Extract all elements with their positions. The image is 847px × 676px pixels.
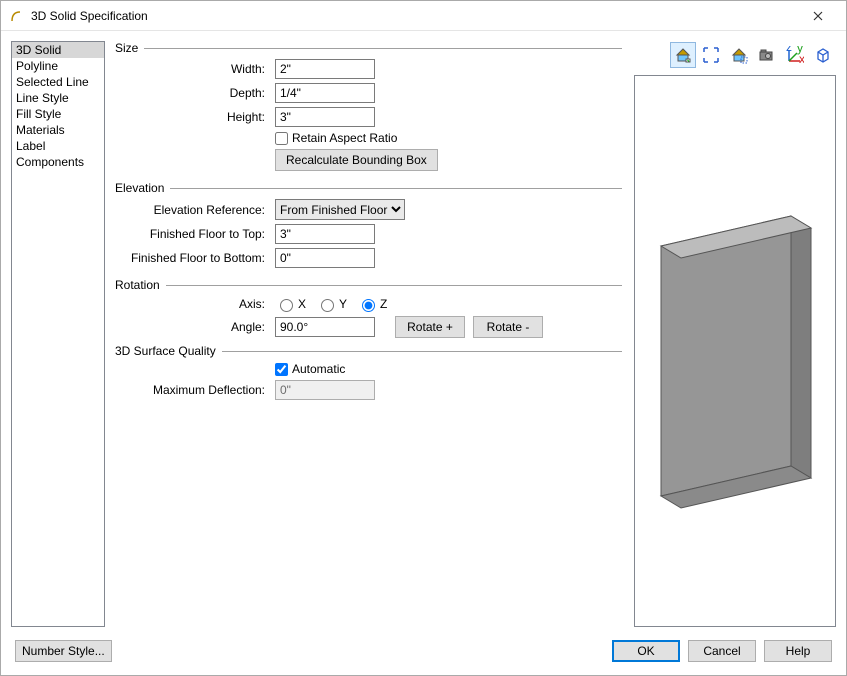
elev-bottom-label: Finished Floor to Bottom: xyxy=(115,251,275,265)
row-auto: Automatic xyxy=(115,362,622,376)
divider xyxy=(222,351,622,352)
axis-radio-group: X Y Z xyxy=(275,296,387,312)
preview-3d[interactable] xyxy=(634,75,836,627)
angle-label: Angle: xyxy=(115,320,275,334)
axis-label: Axis: xyxy=(115,297,275,311)
group-rotation-label: Rotation xyxy=(115,278,160,292)
form-panel: Size Width: Depth: Height: xyxy=(115,41,626,627)
ok-button[interactable]: OK xyxy=(612,640,680,662)
nav-item-components[interactable]: Components xyxy=(12,154,104,170)
row-elev-ref: Elevation Reference: From Finished Floor xyxy=(115,199,622,220)
elev-top-input[interactable] xyxy=(275,224,375,244)
dialog-body: 3D SolidPolylineSelected LineLine StyleF… xyxy=(1,31,846,637)
group-quality-label: 3D Surface Quality xyxy=(115,344,216,358)
group-rotation: Rotation xyxy=(115,278,622,292)
row-angle: Angle: Rotate + Rotate - xyxy=(115,316,622,338)
automatic-input[interactable] xyxy=(275,363,288,376)
nav-item-polyline[interactable]: Polyline xyxy=(12,58,104,74)
preview-toolbar: yzx xyxy=(634,41,836,69)
window-title: 3D Solid Specification xyxy=(31,9,798,23)
height-input[interactable] xyxy=(275,107,375,127)
svg-text:x: x xyxy=(799,52,804,64)
nav-item-3d-solid[interactable]: 3D Solid xyxy=(12,42,104,58)
cube-icon[interactable] xyxy=(810,42,836,68)
depth-label: Depth: xyxy=(115,86,275,100)
preview-svg xyxy=(635,76,835,627)
axis-x-radio[interactable]: X xyxy=(275,296,306,312)
recalc-button[interactable]: Recalculate Bounding Box xyxy=(275,149,438,171)
elev-bottom-input[interactable] xyxy=(275,248,375,268)
preview-column: yzx xyxy=(634,41,836,627)
expand-arrows-icon[interactable] xyxy=(698,42,724,68)
nav-item-materials[interactable]: Materials xyxy=(12,122,104,138)
row-width: Width: xyxy=(115,59,622,79)
row-depth: Depth: xyxy=(115,83,622,103)
rotate-minus-button[interactable]: Rotate - xyxy=(473,316,543,338)
group-elevation-label: Elevation xyxy=(115,181,164,195)
automatic-checkbox[interactable]: Automatic xyxy=(275,362,345,376)
row-elev-top: Finished Floor to Top: xyxy=(115,224,622,244)
row-elev-bottom: Finished Floor to Bottom: xyxy=(115,248,622,268)
group-quality: 3D Surface Quality xyxy=(115,344,622,358)
help-button[interactable]: Help xyxy=(764,640,832,662)
width-input[interactable] xyxy=(275,59,375,79)
number-style-button[interactable]: Number Style... xyxy=(15,640,112,662)
svg-text:z: z xyxy=(786,46,792,54)
dialog-footer: Number Style... OK Cancel Help xyxy=(1,637,846,675)
row-axis: Axis: X Y Z xyxy=(115,296,622,312)
angle-input[interactable] xyxy=(275,317,375,337)
automatic-label: Automatic xyxy=(292,362,345,376)
axis-z-radio[interactable]: Z xyxy=(357,296,387,312)
cancel-button[interactable]: Cancel xyxy=(688,640,756,662)
row-height: Height: xyxy=(115,107,622,127)
nav-panel: 3D SolidPolylineSelected LineLine StyleF… xyxy=(11,41,105,627)
elev-ref-label: Elevation Reference: xyxy=(115,203,275,217)
row-retain: Retain Aspect Ratio xyxy=(115,131,622,145)
camera-icon[interactable] xyxy=(754,42,780,68)
retain-aspect-input[interactable] xyxy=(275,132,288,145)
group-size-label: Size xyxy=(115,41,138,55)
close-button[interactable] xyxy=(798,2,838,30)
height-label: Height: xyxy=(115,110,275,124)
depth-input[interactable] xyxy=(275,83,375,103)
divider xyxy=(170,188,622,189)
retain-aspect-label: Retain Aspect Ratio xyxy=(292,131,397,145)
width-label: Width: xyxy=(115,62,275,76)
house-select-icon[interactable] xyxy=(726,42,752,68)
retain-aspect-checkbox[interactable]: Retain Aspect Ratio xyxy=(275,131,397,145)
row-recalc: Recalculate Bounding Box xyxy=(115,149,622,171)
titlebar: 3D Solid Specification xyxy=(1,1,846,31)
nav-item-label[interactable]: Label xyxy=(12,138,104,154)
elev-ref-select[interactable]: From Finished Floor xyxy=(275,199,405,220)
group-elevation: Elevation xyxy=(115,181,622,195)
rotate-plus-button[interactable]: Rotate + xyxy=(395,316,465,338)
deflection-input xyxy=(275,380,375,400)
nav-item-selected-line[interactable]: Selected Line xyxy=(12,74,104,90)
nav-item-fill-style[interactable]: Fill Style xyxy=(12,106,104,122)
row-deflection: Maximum Deflection: xyxy=(115,380,622,400)
divider xyxy=(144,48,622,49)
group-size: Size xyxy=(115,41,622,55)
divider xyxy=(166,285,622,286)
axis-y-radio[interactable]: Y xyxy=(316,296,347,312)
deflection-label: Maximum Deflection: xyxy=(115,383,275,397)
dialog-window: 3D Solid Specification 3D SolidPolylineS… xyxy=(0,0,847,676)
axes-icon[interactable]: yzx xyxy=(782,42,808,68)
house-color-icon[interactable] xyxy=(670,42,696,68)
nav-item-line-style[interactable]: Line Style xyxy=(12,90,104,106)
app-icon xyxy=(9,8,25,24)
main-area: Size Width: Depth: Height: xyxy=(115,41,836,627)
elev-top-label: Finished Floor to Top: xyxy=(115,227,275,241)
